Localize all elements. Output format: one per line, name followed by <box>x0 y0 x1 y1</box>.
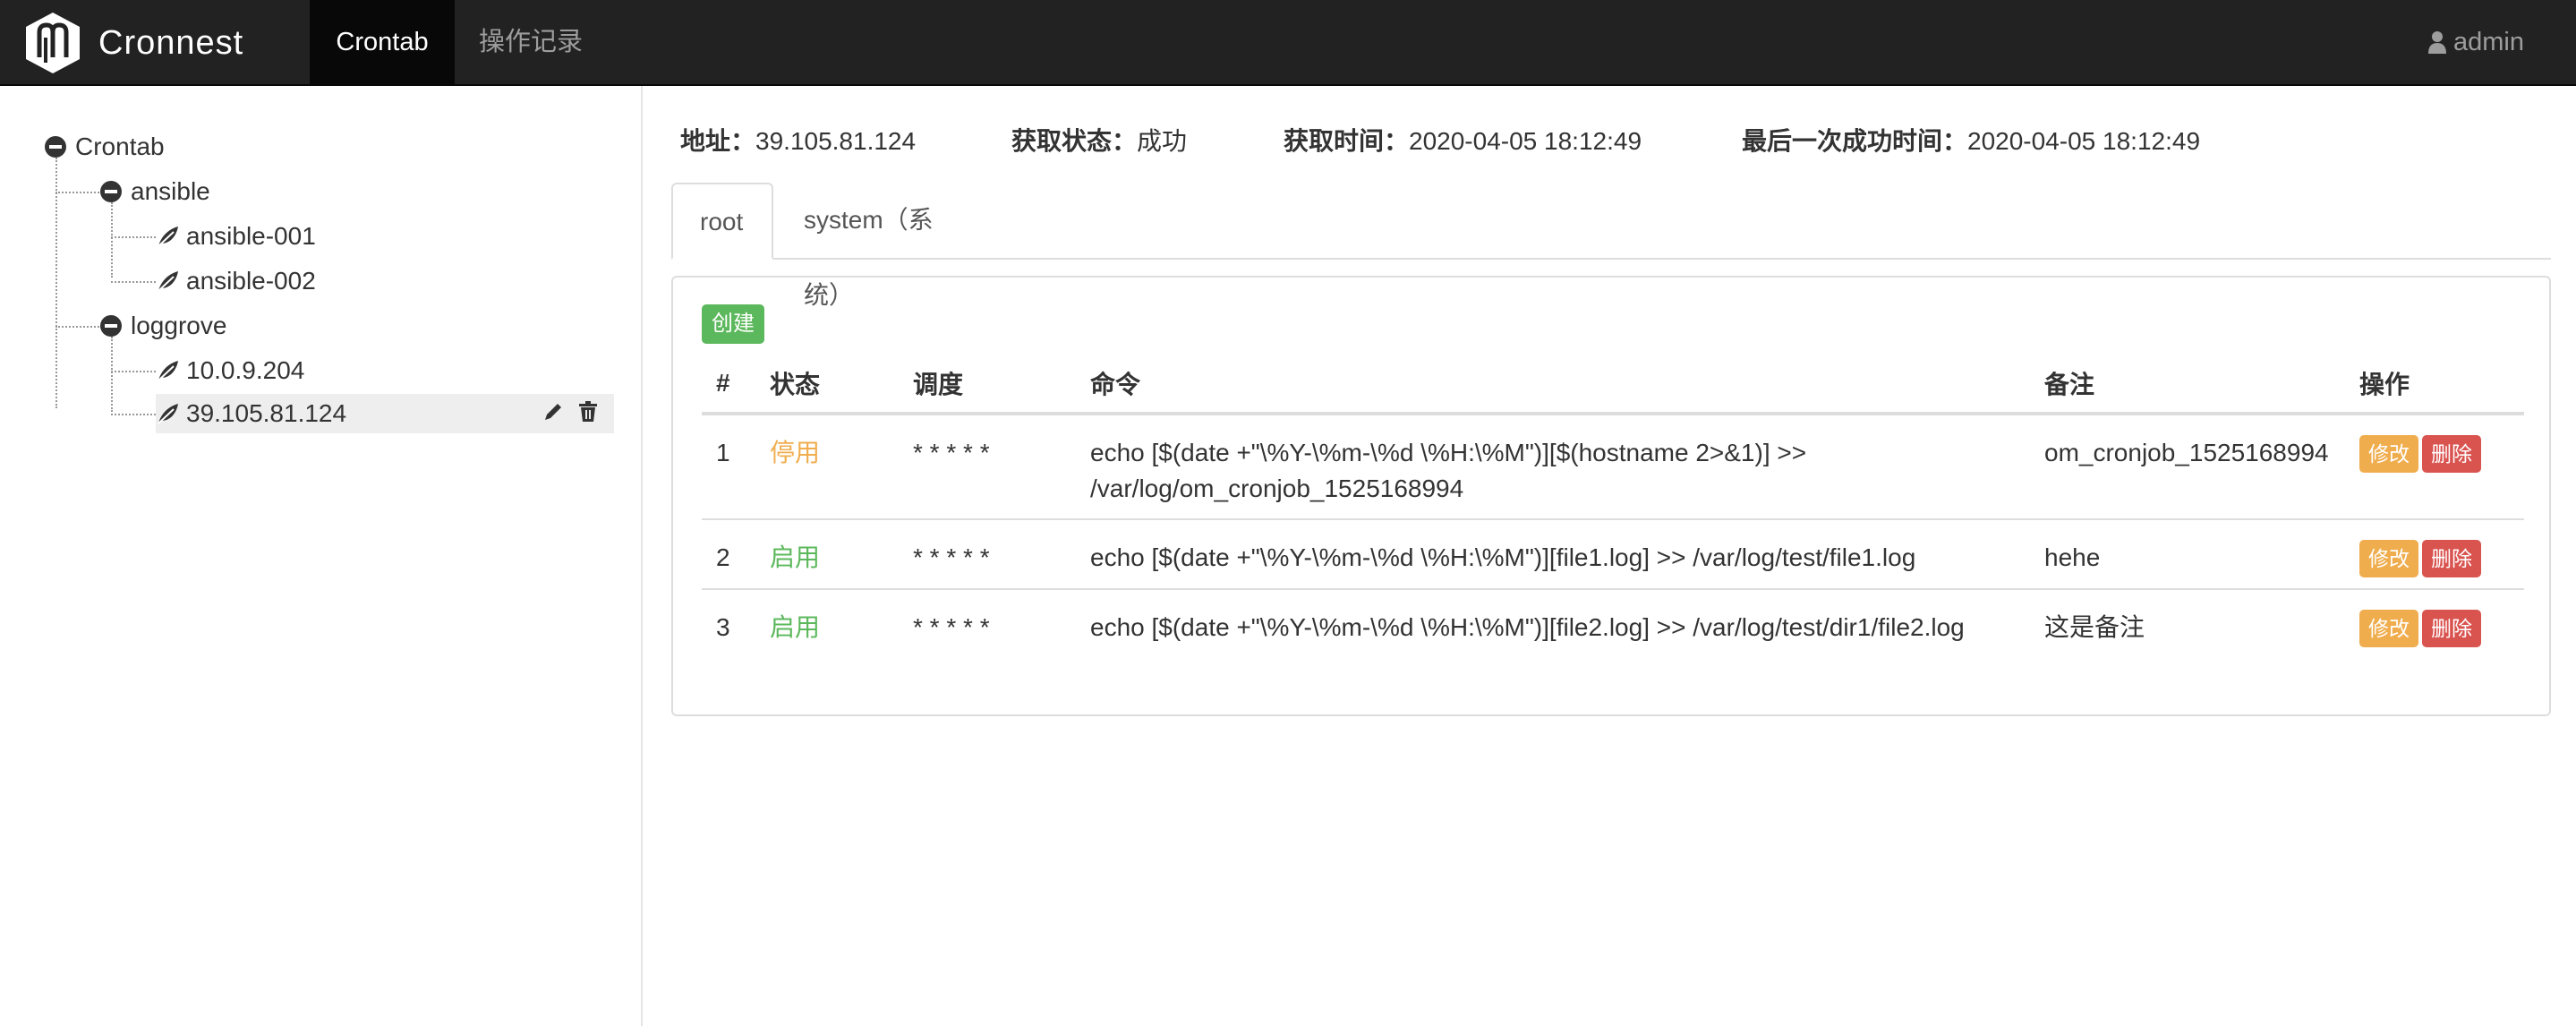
cell-remark: om_cronjob_1525168994 <box>2030 414 2345 520</box>
info-time: 获取时间：2020-04-05 18:12:49 <box>1284 122 1642 158</box>
table-row: 1 停用 * * * * * echo [$(date +"\%Y-\%m-\%… <box>702 414 2524 520</box>
cell-actions: 修改 删除 <box>2345 589 2524 659</box>
edit-button[interactable]: 修改 <box>2359 610 2418 647</box>
pencil-icon[interactable] <box>542 401 564 423</box>
column-header-remark: 备注 <box>2030 355 2345 415</box>
info-status-value: 成功 <box>1137 127 1188 155</box>
nav-tab-crontab[interactable]: Crontab <box>310 0 455 84</box>
crontab-table: # 状态 调度 命令 备注 操作 1 停用 * * * * * echo [$(… <box>702 355 2524 659</box>
delete-button[interactable]: 删除 <box>2422 610 2481 647</box>
info-address: 地址：39.105.81.124 <box>680 122 916 158</box>
delete-button[interactable]: 删除 <box>2422 435 2481 473</box>
column-header-index: # <box>702 355 755 415</box>
info-time-label: 获取时间： <box>1284 127 1410 155</box>
collapse-icon[interactable] <box>100 315 122 337</box>
info-status: 获取状态：成功 <box>1011 122 1187 158</box>
top-navbar: Cronnest Crontab 操作记录 admin <box>0 0 2576 86</box>
tree-node-10-0-9-204[interactable]: 10.0.9.204 <box>156 351 304 390</box>
tree-node-loggrove[interactable]: loggrove <box>100 306 226 346</box>
tree-node-label: 39.105.81.124 <box>186 399 347 427</box>
info-last-value: 2020-04-05 18:12:49 <box>1967 127 2201 155</box>
info-last-success: 最后一次成功时间：2020-04-05 18:12:49 <box>1742 122 2200 158</box>
cell-schedule: * * * * * <box>913 613 990 641</box>
tree-node-ansible-001[interactable]: ansible-001 <box>156 217 316 256</box>
crontab-panel: 创建 # 状态 调度 命令 备注 操作 1 停用 * * * * * echo … <box>671 276 2551 716</box>
sidebar-tree: Crontab ansible ansible-001 ansible-002 … <box>0 86 643 1026</box>
cell-command: echo [$(date +"\%Y-\%m-\%d \%H:\%M")][$(… <box>1076 414 2030 520</box>
info-last-label: 最后一次成功时间： <box>1742 127 1968 155</box>
tab-root[interactable]: root <box>671 183 773 260</box>
cronnest-logo-icon <box>26 13 80 73</box>
cell-status: 启用 <box>770 613 821 641</box>
tree-node-label: 10.0.9.204 <box>186 356 305 384</box>
user-icon <box>2428 31 2446 54</box>
trash-icon[interactable] <box>578 401 598 423</box>
user-tabs: root system（系统） <box>671 183 2551 309</box>
tree-node-label: ansible-002 <box>186 267 316 295</box>
leaf-icon <box>158 227 178 247</box>
tree-connector <box>55 326 102 328</box>
tree-connector <box>111 414 156 415</box>
tree-node-39-105-81-124[interactable]: 39.105.81.124 <box>156 394 614 433</box>
cell-remark: 这是备注 <box>2044 613 2145 641</box>
command-line: /var/log/om_cronjob_1525168994 <box>1090 475 1464 502</box>
leaf-icon <box>158 361 178 381</box>
tree-node-crontab[interactable]: Crontab <box>45 127 165 167</box>
user-name: admin <box>2453 28 2524 56</box>
table-row: 2 启用 * * * * * echo [$(date +"\%Y-\%m-\%… <box>702 519 2524 590</box>
cell-index: 3 <box>716 613 730 641</box>
command-line: echo [$(date +"\%Y-\%m-\%d \%H:\%M")][$(… <box>1090 439 1807 466</box>
cell-schedule: * * * * * <box>899 414 1076 520</box>
cell-schedule: * * * * * <box>899 519 1076 590</box>
create-button[interactable]: 创建 <box>702 304 764 344</box>
info-status-label: 获取状态： <box>1011 127 1138 155</box>
node-actions <box>542 401 598 423</box>
table-header-row: # 状态 调度 命令 备注 操作 <box>702 355 2524 415</box>
user-menu[interactable]: admin <box>2428 0 2524 84</box>
cell-status: 启用 <box>755 519 899 590</box>
tab-system[interactable]: system（系统） <box>777 183 992 309</box>
tree-connector <box>111 281 156 283</box>
cell-remark: hehe <box>2030 519 2345 590</box>
brand-name: Cronnest <box>98 23 244 62</box>
leaf-icon <box>158 271 178 292</box>
tree-connector <box>111 202 113 278</box>
tree-node-label: loggrove <box>131 312 227 339</box>
delete-button[interactable]: 删除 <box>2422 540 2481 577</box>
cell-command: echo [$(date +"\%Y-\%m-\%d \%H:\%M")][fi… <box>1076 589 2030 659</box>
info-time-value: 2020-04-05 18:12:49 <box>1409 127 1642 155</box>
info-address-value: 39.105.81.124 <box>755 127 917 155</box>
command-line: echo [$(date +"\%Y-\%m-\%d \%H:\%M")][fi… <box>1090 613 1965 641</box>
tree-connector <box>111 371 156 372</box>
cell-status: 停用 <box>755 414 899 520</box>
edit-button[interactable]: 修改 <box>2359 435 2418 473</box>
tree-connector <box>55 158 57 408</box>
tree-connector <box>111 337 113 412</box>
cell-command: echo [$(date +"\%Y-\%m-\%d \%H:\%M")][fi… <box>1076 519 2030 590</box>
edit-button[interactable]: 修改 <box>2359 540 2418 577</box>
collapse-icon[interactable] <box>45 136 66 158</box>
tree-node-label: ansible <box>131 177 210 205</box>
tree-connector <box>55 192 102 193</box>
column-header-command: 命令 <box>1076 355 2030 415</box>
collapse-icon[interactable] <box>100 181 122 202</box>
column-header-schedule: 调度 <box>899 355 1076 415</box>
leaf-icon <box>158 404 178 424</box>
cell-index: 2 <box>702 519 755 590</box>
column-header-actions: 操作 <box>2345 355 2524 415</box>
tree-node-label: ansible-001 <box>186 222 316 250</box>
nav-tab-operation-log[interactable]: 操作记录 <box>455 0 607 84</box>
tree-node-ansible-002[interactable]: ansible-002 <box>156 261 316 301</box>
info-address-label: 地址： <box>680 127 756 155</box>
tree-connector <box>111 236 156 238</box>
tree-node-label: Crontab <box>75 133 165 160</box>
column-header-status: 状态 <box>755 355 899 415</box>
table-row: 3 启用 * * * * * echo [$(date +"\%Y-\%m-\%… <box>702 589 2524 659</box>
command-line: echo [$(date +"\%Y-\%m-\%d \%H:\%M")][fi… <box>1090 543 1916 571</box>
cell-index: 1 <box>702 414 755 520</box>
tree-node-ansible[interactable]: ansible <box>100 172 210 211</box>
brand[interactable]: Cronnest <box>23 7 243 79</box>
cell-actions: 修改 删除 <box>2345 519 2524 590</box>
cell-actions: 修改 删除 <box>2345 414 2524 520</box>
